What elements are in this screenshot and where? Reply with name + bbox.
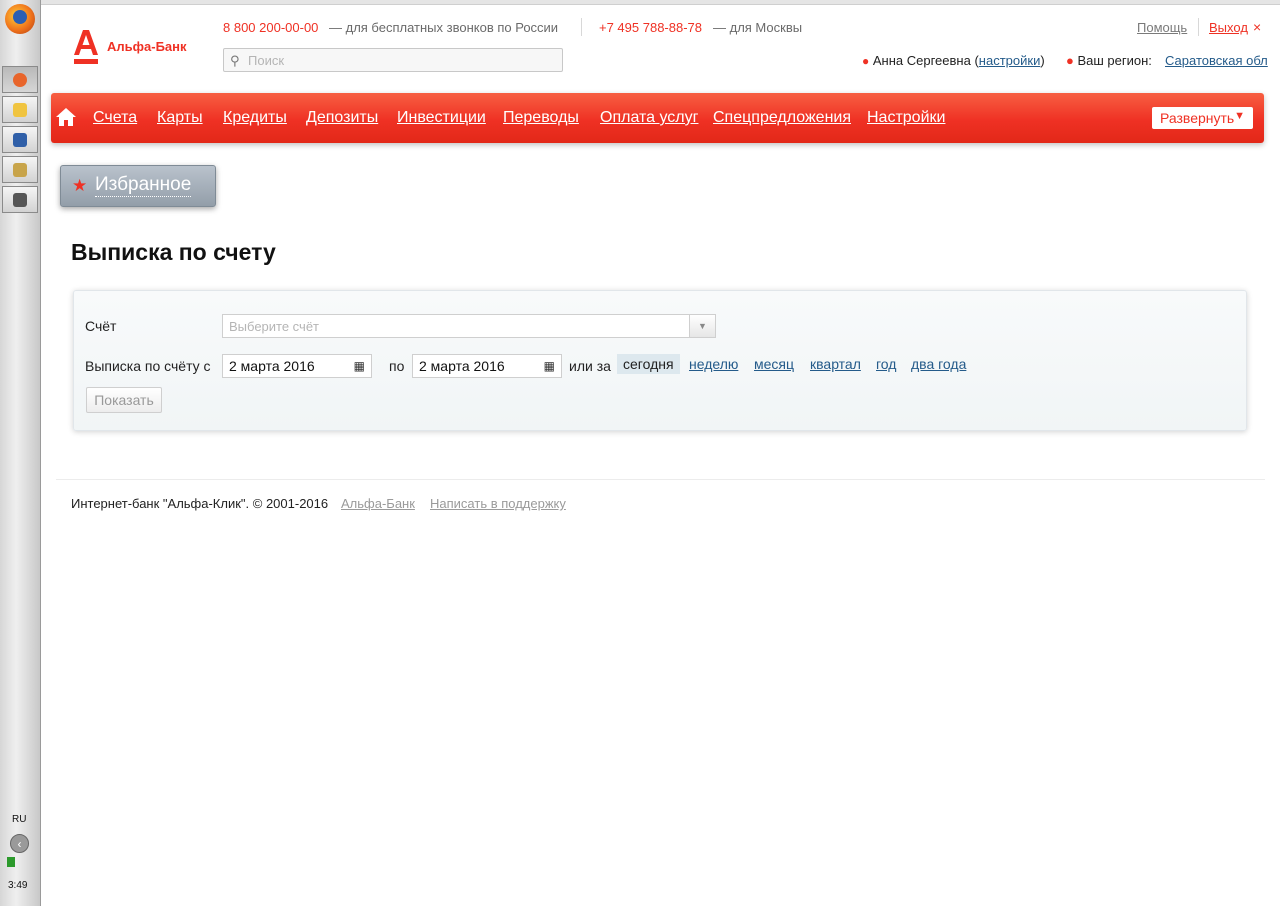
search-icon: ⚲	[230, 53, 240, 68]
expand-label: Развернуть	[1160, 110, 1235, 126]
phone-moscow: +7 495 788-88-78	[599, 20, 703, 35]
nav-payments[interactable]: Оплата услуг	[600, 109, 698, 127]
account-select[interactable]: Выберите счёт ▼	[222, 314, 716, 338]
close-icon[interactable]: ×	[1253, 19, 1261, 35]
date-to-value: 2 марта 2016	[419, 358, 505, 374]
calendar-icon[interactable]: ▦	[354, 359, 365, 373]
region-info: ● Ваш регион:	[1066, 53, 1152, 68]
exit-link[interactable]: Выход	[1209, 20, 1248, 35]
period-month[interactable]: месяц	[754, 356, 794, 372]
logo-text[interactable]: Альфа-Банк	[107, 39, 187, 54]
period-from-label: Выписка по счёту с	[85, 358, 211, 374]
language-indicator[interactable]: RU	[12, 814, 26, 825]
browser-top-edge	[41, 0, 1280, 5]
main-nav: Счета Карты Кредиты Депозиты Инвестиции …	[51, 93, 1264, 143]
footer-copyright: Интернет-банк "Альфа-Клик". © 2001-2016	[71, 496, 329, 511]
calendar-icon[interactable]: ▦	[544, 359, 555, 373]
favorites-label: Избранное	[95, 174, 192, 197]
chevron-down-icon: ▼	[1234, 110, 1245, 122]
nav-transfers[interactable]: Переводы	[503, 109, 579, 127]
user-info: ● Анна Сергеевна (настройки)	[862, 53, 1045, 68]
taskbar-word-button[interactable]	[2, 126, 38, 153]
period-quarter[interactable]: квартал	[810, 356, 861, 372]
taskbar-firefox-button[interactable]	[2, 66, 38, 93]
search-input[interactable]	[248, 52, 548, 68]
nav-accounts[interactable]: Счета	[93, 109, 137, 127]
region-link[interactable]: Саратовская обл	[1165, 53, 1268, 68]
alfa-logo-icon[interactable]	[74, 30, 98, 64]
expand-button[interactable]: Развернуть ▼	[1152, 107, 1253, 129]
firefox-icon[interactable]	[5, 4, 35, 34]
account-label: Счёт	[85, 318, 117, 334]
phone-free-desc: — для бесплатных звонков по России	[329, 20, 559, 35]
region-label: Ваш регион:	[1077, 53, 1152, 68]
footer-support-link[interactable]: Написать в поддержку	[430, 496, 566, 511]
divider	[1198, 18, 1199, 36]
period-two-years[interactable]: два года	[911, 356, 966, 372]
user-name: Анна Сергеевна	[872, 53, 971, 68]
taskbar-terminal-button[interactable]	[2, 186, 38, 213]
footer-bank-link[interactable]: Альфа-Банк	[341, 496, 415, 511]
collapse-arrow-icon[interactable]: ‹	[10, 834, 29, 853]
footer-divider	[56, 479, 1265, 480]
region-value-wrap: Саратовская обл	[1165, 53, 1275, 68]
page-title: Выписка по счету	[71, 239, 276, 265]
period-year[interactable]: год	[876, 356, 896, 372]
help-link[interactable]: Помощь	[1137, 20, 1187, 35]
show-button[interactable]: Показать	[86, 387, 162, 413]
taskbar-folder-button[interactable]	[2, 96, 38, 123]
taskbar: RU ‹ 3:49	[0, 0, 41, 906]
favorites-button[interactable]: ★ Избранное	[60, 165, 216, 207]
period-today[interactable]: сегодня	[617, 354, 680, 374]
account-placeholder: Выберите счёт	[229, 319, 319, 334]
paren: )	[1040, 53, 1045, 68]
divider	[581, 18, 582, 36]
status-indicator-icon	[7, 857, 15, 867]
settings-link[interactable]: настройки	[979, 53, 1041, 68]
nav-deposits[interactable]: Депозиты	[306, 109, 378, 127]
date-from-value: 2 марта 2016	[229, 358, 315, 374]
search-box[interactable]: ⚲	[223, 48, 563, 72]
user-icon: ●	[862, 54, 870, 68]
nav-special-offers[interactable]: Спецпредложения	[713, 109, 851, 127]
date-from-input[interactable]: 2 марта 2016 ▦	[222, 354, 372, 378]
nav-investments[interactable]: Инвестиции	[397, 109, 486, 127]
taskbar-app-button[interactable]	[2, 156, 38, 183]
date-to-input[interactable]: 2 марта 2016 ▦	[412, 354, 562, 378]
or-label: или за	[569, 358, 611, 374]
period-week[interactable]: неделю	[689, 356, 738, 372]
nav-cards[interactable]: Карты	[157, 109, 203, 127]
chevron-down-icon[interactable]: ▼	[689, 315, 715, 337]
to-label: по	[389, 358, 405, 374]
statement-form: Счёт Выберите счёт ▼ Выписка по счёту с …	[73, 290, 1247, 431]
nav-credits[interactable]: Кредиты	[223, 109, 287, 127]
phone-free: 8 800 200-00-00	[223, 20, 319, 35]
star-icon: ★	[72, 176, 88, 195]
location-pin-icon: ●	[1066, 53, 1074, 68]
home-icon[interactable]	[56, 108, 76, 126]
taskbar-clock: 3:49	[8, 880, 28, 891]
phone-moscow-desc: — для Москвы	[713, 20, 803, 35]
nav-settings[interactable]: Настройки	[867, 109, 945, 127]
